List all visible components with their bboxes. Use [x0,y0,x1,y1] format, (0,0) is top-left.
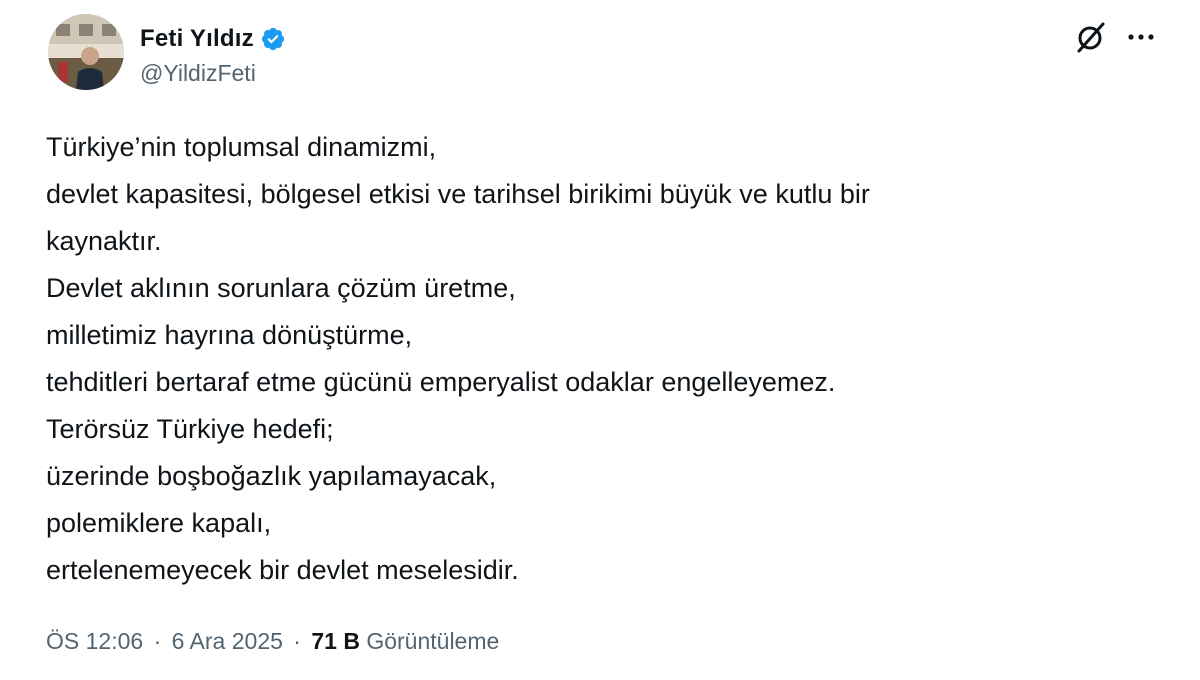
tweet-text-line: Türkiye’nin toplumsal dinamizmi, [46,132,437,162]
tweet-text-line: Devlet aklının sorunlara çözüm üretme, [46,273,516,303]
tweet-text-line: Terörsüz Türkiye hedefi; [46,414,334,444]
meta-separator: · [293,628,301,654]
tweet-time[interactable]: ÖS 12:06 [46,628,143,654]
grok-icon[interactable] [1074,20,1108,54]
tweet-text-line: ertelenemeyecek bir devlet meselesidir. [46,555,519,585]
tweet-meta: ÖS 12:06 · 6 Ara 2025 · 71 B Görüntüleme [46,628,499,655]
avatar[interactable] [48,14,124,90]
tweet-text-line: polemiklere kapalı, [46,508,272,538]
tweet-text: Türkiye’nin toplumsal dinamizmi, devlet … [46,124,1156,594]
tweet-text-line: devlet kapasitesi, bölgesel etkisi ve ta… [46,179,870,209]
tweet-text-line: milletimiz hayrına dönüştürme, [46,320,413,350]
meta-separator: · [153,628,162,654]
more-options-icon[interactable] [1124,22,1158,52]
tweet-text-line: kaynaktır. [46,226,162,256]
verified-badge-icon[interactable] [260,26,286,52]
author-handle[interactable]: @YildizFeti [140,60,256,87]
tweet-date[interactable]: 6 Ara 2025 [172,628,283,654]
views-label[interactable]: Görüntüleme [366,628,499,654]
views-count[interactable]: 71 B [311,628,360,654]
tweet-text-line: tehditleri bertaraf etme gücünü emperyal… [46,367,836,397]
author-name-row: Feti Yıldız [140,22,286,56]
author-display-name[interactable]: Feti Yıldız [140,25,254,53]
tweet-card: Feti Yıldız @YildizFeti Türkiye’nin topl… [0,0,1200,680]
avatar-photo [48,14,124,90]
tweet-text-line: üzerinde boşboğazlık yapılamayacak, [46,461,497,491]
